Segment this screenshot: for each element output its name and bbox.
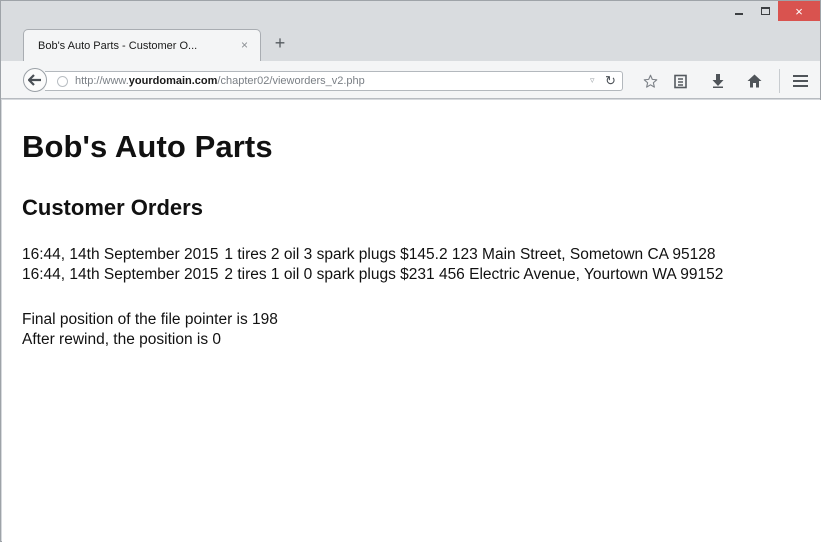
url-domain: yourdomain.com [128,75,218,87]
dropdown-icon[interactable]: ▿ [590,75,595,86]
tab-active[interactable]: Bob's Auto Parts - Customer O... × [23,29,261,61]
maximize-icon [760,7,770,15]
minimize-button[interactable] [726,1,752,21]
page-subheading: Customer Orders [22,195,203,220]
page-viewport: Bob's Auto Parts Customer Orders 16:44, … [2,100,821,542]
back-button[interactable] [23,68,47,92]
order-line: 16:44, 14th September 2015 1 tires 2 oil… [22,246,716,263]
reload-icon[interactable]: ↻ [605,73,616,89]
globe-icon [57,76,68,87]
page-heading: Bob's Auto Parts [22,129,273,164]
close-window-button[interactable]: × [778,1,820,21]
pointer-rewind-text: After rewind, the position is 0 [22,331,222,348]
tab-title: Bob's Auto Parts - Customer O... [38,39,198,52]
star-icon[interactable] [639,70,661,92]
tab-strip: Bob's Auto Parts - Customer O... × + × [1,1,820,61]
url-bar[interactable]: http://www.yourdomain.com/chapter02/view… [45,71,623,91]
window-controls: × [726,1,820,21]
home-icon[interactable] [743,70,765,92]
pointer-final-text: Final position of the file pointer is 19… [22,311,278,328]
new-tab-button[interactable]: + [269,33,291,55]
url-prefix: http://www. [75,75,129,87]
minimize-icon [735,13,743,15]
back-arrow-icon [28,74,41,86]
download-icon[interactable] [707,70,729,92]
url-path: /chapter02/vieworders_v2.php [217,75,365,87]
url-text: http://www.yourdomain.com/chapter02/view… [75,75,365,87]
maximize-button[interactable] [752,1,778,21]
order-line: 16:44, 14th September 2015 2 tires 1 oil… [22,266,724,283]
browser-window: Bob's Auto Parts - Customer O... × + × h… [0,0,821,542]
menu-icon[interactable] [789,70,811,92]
reading-list-icon[interactable] [669,70,691,92]
tab-close-icon[interactable]: × [241,38,248,52]
toolbar-separator [779,69,780,93]
navigation-bar: http://www.yourdomain.com/chapter02/view… [1,61,820,99]
